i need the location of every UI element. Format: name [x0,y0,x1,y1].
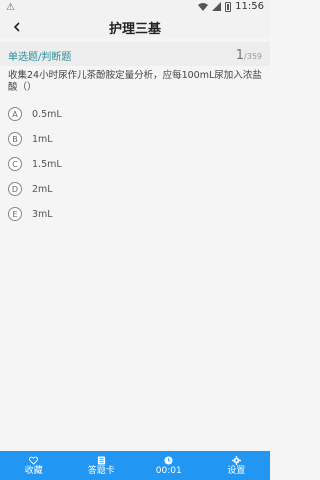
option-text: 1mL [32,133,53,145]
battery-icon [225,1,232,12]
option-text: 2mL [32,183,53,195]
tab-label: 答题卡 [87,465,115,476]
timer-value: 00:01 [155,465,182,476]
heart-icon [29,456,39,465]
option-letter: D [8,182,22,196]
option-letter: E [8,207,22,221]
question-text: 收集24小时尿作儿茶酚胺定量分析，应每100mL尿加入浓盐酸（） [8,70,262,93]
option-d[interactable]: D 2mL [8,181,53,197]
current-question-number: 1 [235,48,245,63]
question-counter: 1/359 [236,44,262,63]
option-text: 1.5mL [32,158,62,170]
option-letter: A [8,107,22,121]
answer-card-icon [97,455,105,465]
option-b[interactable]: B 1mL [8,131,53,147]
option-letter: B [8,132,22,146]
alert-icon: ⚠ [6,2,15,13]
clock: 11:56 [235,1,264,12]
total-questions: /359 [244,52,262,61]
tab-label: 收藏 [24,465,43,476]
option-c[interactable]: C 1.5mL [8,156,62,172]
tab-timer[interactable]: 00:01 [135,451,203,480]
option-a[interactable]: A 0.5mL [8,106,62,122]
gear-icon [231,455,241,465]
wifi-icon [198,2,209,11]
option-text: 0.5mL [32,108,62,120]
question-header: 单选题/判断题 1/359 [0,42,270,66]
page-title: 护理三基 [108,22,161,37]
tab-answer-card[interactable]: 答题卡 [68,451,136,480]
option-letter: C [8,157,22,171]
timer-icon [164,455,173,465]
tab-favorite[interactable]: 收藏 [0,451,68,480]
signal-icon [212,2,222,11]
status-icons: 11:56 [198,1,264,12]
option-text: 3mL [32,208,53,220]
question-type: 单选题/判断题 [8,52,72,63]
title-bar: 护理三基 [0,16,270,38]
tab-settings[interactable]: 设置 [203,451,271,480]
tab-label: 设置 [227,465,246,476]
option-e[interactable]: E 3mL [8,206,53,222]
status-bar: ⚠ 11:56 [0,0,270,16]
bottom-bar: 收藏 答题卡 00:01 设置 [0,451,270,480]
